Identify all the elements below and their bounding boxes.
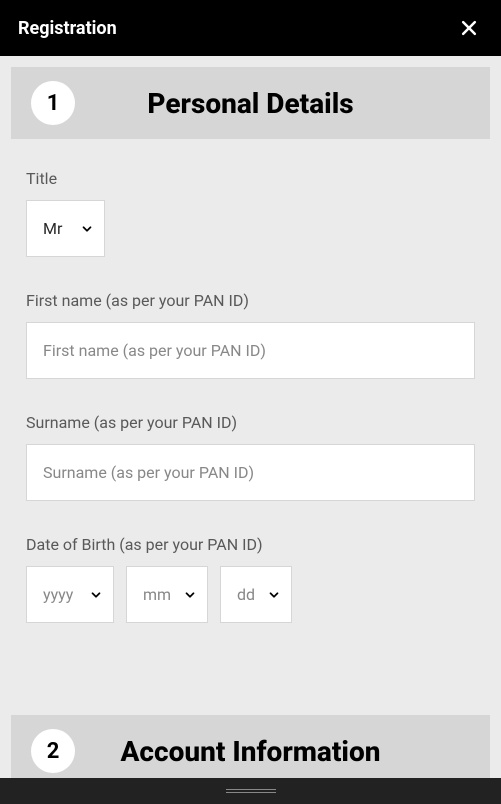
close-button[interactable] [455, 14, 483, 42]
header-title: Registration [18, 18, 117, 39]
section-title: Account Information [120, 735, 380, 768]
section-header-personal: 1 Personal Details [11, 67, 490, 139]
title-label: Title [26, 169, 475, 188]
dob-row: yyyy mm dd [26, 566, 475, 623]
title-select[interactable]: Mr [26, 200, 105, 257]
section-title: Personal Details [147, 87, 353, 120]
step-number: 2 [31, 729, 75, 773]
field-title: Title Mr [26, 169, 475, 257]
surname-label: Surname (as per your PAN ID) [26, 413, 475, 432]
form-body-personal: Title Mr First name (as per your PAN ID)… [11, 139, 490, 687]
header: Registration [0, 0, 501, 56]
field-firstname: First name (as per your PAN ID) [26, 291, 475, 379]
close-icon [459, 18, 479, 38]
step-number: 1 [31, 81, 75, 125]
field-dob: Date of Birth (as per your PAN ID) yyyy … [26, 535, 475, 623]
drag-handle-icon[interactable] [226, 789, 276, 793]
dob-day-select[interactable]: dd [220, 566, 292, 623]
field-surname: Surname (as per your PAN ID) [26, 413, 475, 501]
firstname-input[interactable] [26, 322, 475, 379]
content-scroll[interactable]: 1 Personal Details Title Mr First name (… [0, 56, 501, 778]
dob-label: Date of Birth (as per your PAN ID) [26, 535, 475, 554]
bottom-bar [0, 778, 501, 804]
dob-month-select[interactable]: mm [126, 566, 208, 623]
section-gap [11, 687, 490, 715]
dob-year-select[interactable]: yyyy [26, 566, 114, 623]
section-header-account: 2 Account Information [11, 715, 490, 778]
firstname-label: First name (as per your PAN ID) [26, 291, 475, 310]
surname-input[interactable] [26, 444, 475, 501]
